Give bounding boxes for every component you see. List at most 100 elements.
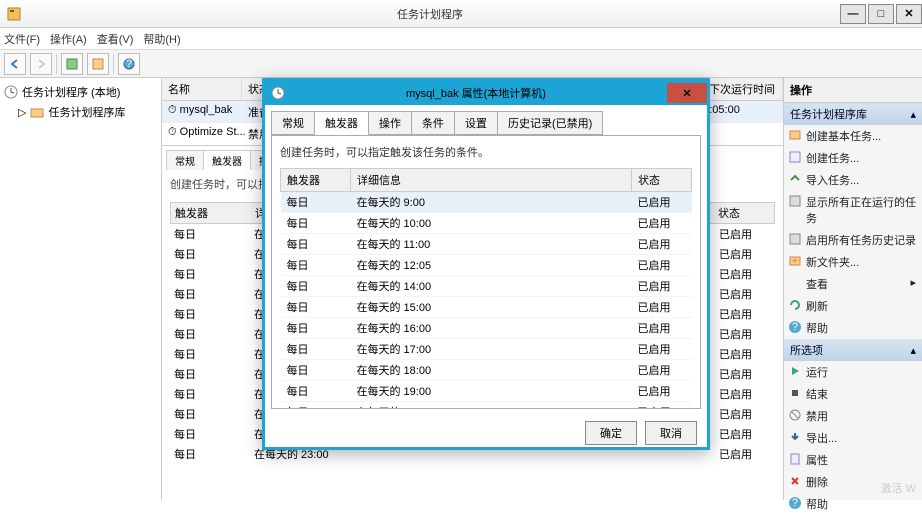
- dialog-trigger-row[interactable]: 每日在每天的 16:00已启用: [281, 318, 692, 339]
- menubar: 文件(F) 操作(A) 查看(V) 帮助(H): [0, 28, 922, 50]
- cancel-button[interactable]: 取消: [645, 421, 697, 445]
- action-item[interactable]: 查看 ▸: [784, 273, 922, 295]
- tree-root-label: 任务计划程序 (本地): [22, 84, 120, 100]
- action-item[interactable]: 显示所有正在运行的任务: [784, 191, 922, 229]
- window-titlebar: 任务计划程序 — □ ✕: [0, 0, 922, 28]
- actions-pane: 操作 任务计划程序库▴ 创建基本任务...创建任务...导入任务...显示所有正…: [784, 78, 922, 500]
- action-item[interactable]: 导出...: [784, 427, 922, 449]
- menu-view[interactable]: 查看(V): [97, 31, 134, 47]
- action-icon: [788, 194, 802, 208]
- tree-library[interactable]: ▷ 任务计划程序库: [4, 102, 157, 122]
- action-icon: [788, 474, 802, 488]
- detail-tab[interactable]: 常规: [166, 150, 204, 170]
- action-item[interactable]: 刷新: [784, 295, 922, 317]
- dialog-titlebar[interactable]: mysql_bak 属性(本地计算机) ✕: [265, 81, 707, 105]
- dialog-trigger-row[interactable]: 每日在每天的 20:00已启用: [281, 402, 692, 410]
- dialog-trigger-row[interactable]: 每日在每天的 17:00已启用: [281, 339, 692, 360]
- action-icon: [788, 232, 802, 246]
- action-item[interactable]: 创建任务...: [784, 147, 922, 169]
- action-icon: [788, 364, 802, 378]
- menu-action[interactable]: 操作(A): [50, 31, 87, 47]
- action-item[interactable]: +新文件夹...: [784, 251, 922, 273]
- action-icon: [788, 276, 802, 290]
- action-icon: +: [788, 254, 802, 268]
- dialog-tab[interactable]: 条件: [411, 111, 455, 135]
- tree-library-label: 任务计划程序库: [48, 104, 125, 120]
- action-item[interactable]: 属性: [784, 449, 922, 471]
- toolbar: ?: [0, 50, 922, 78]
- dialog-trigger-row[interactable]: 每日在每天的 14:00已启用: [281, 276, 692, 297]
- dialog-trigger-row[interactable]: 每日在每天的 19:00已启用: [281, 381, 692, 402]
- dialog-trigger-row[interactable]: 每日在每天的 15:00已启用: [281, 297, 692, 318]
- detail-col-trigger[interactable]: 触发器: [171, 203, 251, 223]
- action-icon: [788, 408, 802, 422]
- dialog-trigger-row[interactable]: 每日在每天的 10:00已启用: [281, 213, 692, 234]
- col-name[interactable]: 名称: [162, 78, 242, 100]
- dialog-trigger-row[interactable]: 每日在每天的 11:00已启用: [281, 234, 692, 255]
- menu-file[interactable]: 文件(F): [4, 31, 40, 47]
- dialog-tab[interactable]: 设置: [454, 111, 498, 135]
- action-icon: [788, 298, 802, 312]
- action-icon: [788, 386, 802, 400]
- dialog-close-button[interactable]: ✕: [667, 83, 707, 103]
- properties-dialog: mysql_bak 属性(本地计算机) ✕ 常规触发器操作条件设置历史记录(已禁…: [262, 78, 710, 450]
- back-button[interactable]: [4, 53, 26, 75]
- action-icon: [788, 172, 802, 186]
- dialog-col-detail[interactable]: 详细信息: [351, 169, 632, 192]
- action-icon: ?: [788, 496, 802, 510]
- forward-button[interactable]: [30, 53, 52, 75]
- dialog-trigger-row[interactable]: 每日在每天的 12:05已启用: [281, 255, 692, 276]
- action-item[interactable]: 导入任务...: [784, 169, 922, 191]
- tree-root[interactable]: 任务计划程序 (本地): [4, 82, 157, 102]
- collapse-icon[interactable]: ▴: [910, 108, 916, 121]
- action-item[interactable]: ?帮助: [784, 317, 922, 339]
- dialog-icon: [271, 86, 285, 100]
- action-icon: [788, 452, 802, 466]
- close-button[interactable]: ✕: [896, 4, 922, 24]
- window-title: 任务计划程序: [22, 6, 838, 22]
- action-icon: ?: [788, 320, 802, 334]
- action-item[interactable]: 启用所有任务历史记录: [784, 229, 922, 251]
- task-icon: ⏱: [168, 104, 177, 116]
- dialog-tab[interactable]: 触发器: [314, 111, 369, 135]
- dialog-panel: 创建任务时，可以指定触发该任务的条件。 触发器 详细信息 状态 每日在每天的 9…: [271, 135, 701, 409]
- svg-text:+: +: [792, 255, 798, 267]
- col-next[interactable]: 下次运行时间: [703, 78, 783, 100]
- activation-watermark: 激活 W: [881, 480, 916, 496]
- svg-text:?: ?: [792, 497, 798, 509]
- dialog-col-trigger[interactable]: 触发器: [281, 169, 351, 192]
- action-icon: [788, 128, 802, 142]
- dialog-trigger-row[interactable]: 每日在每天的 9:00已启用: [281, 192, 692, 213]
- dialog-tab[interactable]: 常规: [271, 111, 315, 135]
- detail-col-state[interactable]: 状态: [714, 203, 774, 223]
- action-item[interactable]: 运行: [784, 361, 922, 383]
- action-item[interactable]: ?帮助: [784, 493, 922, 515]
- svg-text:?: ?: [126, 58, 132, 70]
- dialog-tabs: 常规触发器操作条件设置历史记录(已禁用): [271, 111, 701, 135]
- action-icon: [788, 430, 802, 444]
- dialog-title: mysql_bak 属性(本地计算机): [285, 85, 667, 101]
- task-icon: ⏱: [168, 126, 177, 138]
- action-item[interactable]: 结束: [784, 383, 922, 405]
- properties-icon[interactable]: [61, 53, 83, 75]
- collapse-icon[interactable]: ▴: [910, 344, 916, 357]
- actions-header: 操作: [784, 78, 922, 103]
- action-item[interactable]: 禁用: [784, 405, 922, 427]
- maximize-button[interactable]: □: [868, 4, 894, 24]
- dialog-tab[interactable]: 操作: [368, 111, 412, 135]
- dialog-col-state[interactable]: 状态: [632, 169, 692, 192]
- refresh-icon[interactable]: [87, 53, 109, 75]
- dialog-tab[interactable]: 历史记录(已禁用): [497, 111, 603, 135]
- clock-icon: [4, 85, 18, 99]
- expand-icon[interactable]: ▷: [18, 106, 26, 119]
- ok-button[interactable]: 确定: [585, 421, 637, 445]
- app-icon: [6, 6, 22, 22]
- folder-icon: [30, 105, 44, 119]
- minimize-button[interactable]: —: [840, 4, 866, 24]
- menu-help[interactable]: 帮助(H): [143, 31, 180, 47]
- action-item[interactable]: 创建基本任务...: [784, 125, 922, 147]
- detail-tab[interactable]: 触发器: [203, 150, 251, 170]
- help-icon[interactable]: ?: [118, 53, 140, 75]
- nav-tree: 任务计划程序 (本地) ▷ 任务计划程序库: [0, 78, 162, 500]
- dialog-trigger-row[interactable]: 每日在每天的 18:00已启用: [281, 360, 692, 381]
